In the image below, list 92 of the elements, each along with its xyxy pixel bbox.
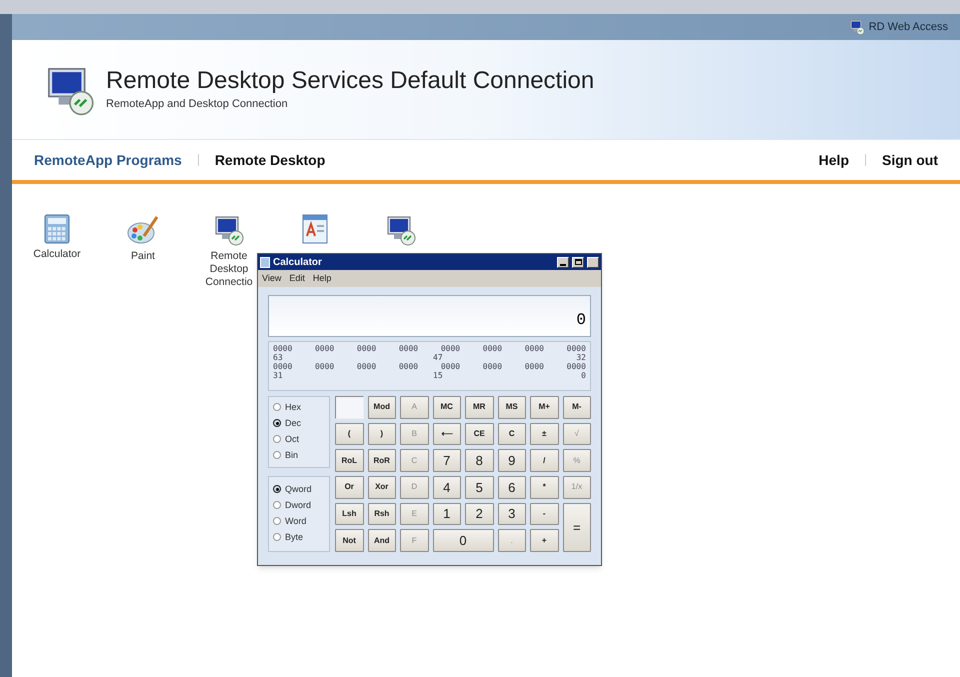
maximize-icon[interactable] [572, 256, 584, 268]
menu-item[interactable]: View [262, 272, 282, 286]
radio-option[interactable]: Dec [273, 415, 325, 431]
bit-group: 0000 [524, 344, 544, 353]
calculator-icon [260, 256, 270, 268]
radio-option[interactable]: Hex [273, 399, 325, 415]
palette-icon [126, 214, 160, 246]
bit-group: 0000 [566, 362, 586, 371]
program-label[interactable]: Remote Desktop Connectio [204, 250, 254, 289]
calculator-key[interactable]: 1 [432, 502, 461, 526]
bit-group: 0000 [398, 344, 418, 353]
calculator-icon [43, 214, 71, 244]
calculator-key[interactable]: 9 [498, 449, 526, 472]
nav-link[interactable]: Help [818, 150, 849, 170]
radio-option[interactable]: Word [273, 513, 325, 529]
minimize-icon[interactable] [557, 256, 569, 268]
nav-link[interactable]: Sign out [882, 150, 938, 170]
menu-item[interactable]: Help [312, 272, 332, 286]
window-title: Calculator [273, 256, 323, 270]
bit-group: 0000 [273, 344, 292, 353]
calculator-key[interactable]: MC [432, 396, 461, 419]
radio-dot[interactable] [273, 485, 281, 493]
calculator-key[interactable]: ± [530, 422, 558, 446]
rd-web-access-link[interactable]: RD Web Access [868, 18, 948, 36]
bit-position: 31 [273, 371, 284, 380]
page-subtitle: RemoteApp and Desktop Connection [106, 97, 289, 112]
calculator-key[interactable]: + [530, 529, 558, 552]
bit-position: 63 [273, 353, 284, 362]
calculator-key[interactable]: 4 [432, 476, 461, 499]
calculator-key[interactable]: RoL [335, 449, 364, 472]
calculator-key[interactable]: CE [465, 422, 494, 446]
radio-option[interactable]: Oct [273, 431, 325, 447]
remote-desktop-icon [213, 214, 245, 246]
calculator-key[interactable]: MR [465, 396, 494, 419]
calculator-key[interactable]: RoR [368, 449, 396, 472]
bit-group: 0000 [440, 362, 460, 371]
bit-group: 0000 [398, 362, 418, 371]
calculator-key[interactable]: Not [335, 529, 364, 552]
calculator-key[interactable]: C [498, 422, 526, 446]
calculator-key[interactable]: 3 [498, 502, 526, 526]
program-label[interactable]: Calculator [32, 248, 82, 261]
bit-group: 0000 [524, 362, 544, 371]
calculator-key[interactable]: / [530, 449, 558, 472]
bit-position: 0 [581, 371, 586, 380]
page-title: Remote Desktop Services Default Connection [106, 66, 594, 96]
document-window-icon [301, 214, 329, 244]
radio-dot[interactable] [273, 419, 281, 427]
bit-group: 0000 [440, 344, 460, 353]
calculator-key[interactable]: 2 [465, 502, 494, 526]
calculator-key[interactable]: 8 [465, 449, 494, 472]
bit-group: 0000 [356, 344, 376, 353]
bit-group: 0000 [273, 362, 292, 371]
radio-option[interactable]: Qword [273, 481, 325, 497]
remote-desktop-icon [848, 19, 865, 35]
calculator-key[interactable]: Rsh [368, 502, 396, 526]
bit-group: 0000 [314, 344, 334, 353]
radio-option[interactable]: Bin [273, 447, 325, 463]
calculator-key[interactable]: 0 [432, 529, 494, 552]
calculator-key[interactable]: M+ [530, 396, 558, 419]
calculator-key[interactable]: ( [335, 422, 364, 446]
bit-group: 0000 [356, 362, 376, 371]
nav-tab[interactable]: RemoteApp Programs [34, 150, 182, 170]
calculator-key[interactable]: 6 [498, 476, 526, 499]
bit-group: 0000 [566, 344, 586, 353]
calculator-key[interactable]: * [530, 476, 558, 499]
bit-position: 32 [576, 353, 586, 362]
calculator-key[interactable]: Xor [368, 476, 396, 499]
radio-option[interactable]: Byte [273, 529, 325, 545]
calculator-display: 0 [268, 295, 591, 337]
calculator-key[interactable]: 7 [432, 449, 461, 472]
calculator-key[interactable]: Lsh [335, 502, 364, 526]
nav-tab[interactable]: Remote Desktop [214, 150, 326, 170]
calculator-key[interactable]: 5 [465, 476, 494, 499]
calculator-key[interactable]: ) [368, 422, 396, 446]
bit-position: 47 [433, 353, 444, 362]
radio-option[interactable]: Dword [273, 497, 325, 513]
calculator-key[interactable]: MS [498, 396, 526, 419]
calculator-key[interactable]: M- [562, 396, 591, 419]
calculator-key[interactable]: - [530, 502, 558, 526]
calculator-key[interactable]: = [562, 502, 591, 552]
remote-desktop-icon [385, 214, 417, 246]
memory-indicator [335, 396, 364, 419]
bit-group: 0000 [482, 344, 502, 353]
bit-group: 0000 [482, 362, 502, 371]
calculator-key[interactable]: Mod [368, 396, 396, 419]
calculator-key[interactable]: And [368, 529, 396, 552]
calculator-key[interactable]: Or [335, 476, 364, 499]
menu-item[interactable]: Edit [289, 272, 305, 286]
program-label[interactable]: Paint [118, 250, 168, 263]
bit-group: 0000 [314, 362, 334, 371]
bit-position: 15 [433, 371, 444, 380]
calculator-key[interactable]: ⟵ [432, 422, 461, 446]
